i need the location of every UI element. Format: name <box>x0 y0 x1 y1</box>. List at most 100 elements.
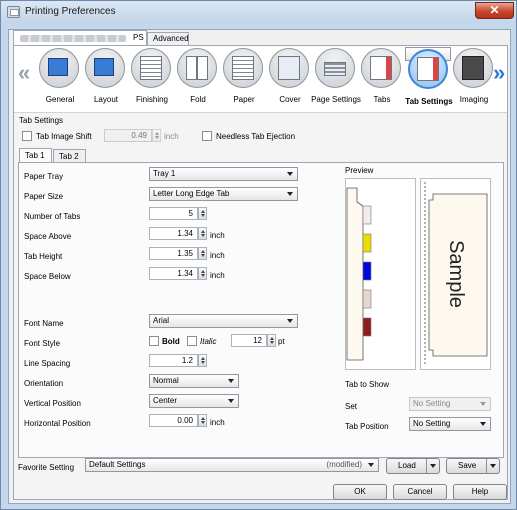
vertical-position-value: Center <box>153 396 178 405</box>
paper-tray-label: Paper Tray <box>24 172 64 181</box>
horizontal-position-spinner[interactable] <box>198 414 207 427</box>
tab-height-unit: inch <box>210 251 225 260</box>
chevron-down-icon <box>228 399 234 403</box>
finishing-icon <box>140 56 162 80</box>
set-select[interactable]: No Setting <box>409 397 491 411</box>
tab-tab1[interactable]: Tab 1 <box>19 148 52 163</box>
cancel-button[interactable]: Cancel <box>393 484 447 500</box>
preview-label: Preview <box>345 166 374 175</box>
vertical-position-label: Vertical Position <box>24 399 81 408</box>
tab-settings-group-label: Tab Settings <box>19 116 64 125</box>
tab-to-show-label: Tab to Show <box>345 380 390 389</box>
fold-icon <box>186 56 208 80</box>
scroll-left-icon[interactable]: « <box>18 60 30 86</box>
orientation-label: Orientation <box>24 379 64 388</box>
font-size-spinner[interactable] <box>267 334 276 347</box>
line-spacing-field[interactable]: 1.2 <box>149 354 198 367</box>
tab-height-field[interactable]: 1.35 <box>149 247 198 260</box>
title-bar: Printing Preferences ✕ <box>1 1 516 23</box>
chevron-down-icon[interactable] <box>486 459 499 473</box>
bold-label: Bold <box>162 337 180 346</box>
paper-size-label: Paper Size <box>24 192 64 201</box>
tab-image-shift-field[interactable]: 0.49 <box>104 129 152 142</box>
category-icon-bar: « General Layout Finishing Fold Paper Co… <box>14 46 507 112</box>
preview-area: Sample <box>345 178 491 371</box>
set-label: Set <box>345 402 358 411</box>
chevron-down-icon <box>287 192 293 196</box>
scroll-right-icon[interactable]: » <box>493 60 505 86</box>
load-button[interactable]: Load <box>386 458 440 474</box>
space-above-label: Space Above <box>24 232 72 241</box>
orientation-value: Normal <box>153 376 179 385</box>
italic-label: Italic <box>200 337 217 346</box>
tab-image-shift-label: Tab Image Shift <box>36 132 92 141</box>
tab-image-shift-checkbox[interactable] <box>22 131 32 141</box>
chevron-down-icon[interactable] <box>426 459 439 473</box>
favorite-setting-select[interactable]: Default Settings (modified) <box>85 458 379 472</box>
space-above-field[interactable]: 1.34 <box>149 227 198 240</box>
font-size-unit: pt <box>278 337 285 346</box>
font-name-label: Font Name <box>24 319 64 328</box>
general-icon <box>48 58 68 76</box>
tab-advanced[interactable]: Advanced <box>147 32 189 45</box>
chevron-down-icon <box>287 172 293 176</box>
bold-checkbox[interactable] <box>149 336 159 346</box>
horizontal-position-field[interactable]: 0.00 <box>149 414 198 427</box>
space-above-spinner[interactable] <box>198 227 207 240</box>
chevron-down-icon <box>480 402 486 406</box>
help-button[interactable]: Help <box>453 484 507 500</box>
paper-size-select[interactable]: Letter Long Edge Tab <box>149 187 298 201</box>
line-spacing-spinner[interactable] <box>198 354 207 367</box>
paper-size-value: Letter Long Edge Tab <box>153 189 230 198</box>
font-size-field[interactable]: 12 <box>231 334 267 347</box>
font-style-label: Font Style <box>24 339 61 348</box>
printer-name-redacted <box>20 35 126 42</box>
chevron-down-icon <box>287 319 293 323</box>
page-settings-icon <box>324 62 346 76</box>
imaging-icon <box>462 56 484 80</box>
divider <box>14 112 507 113</box>
tab-position-label: Tab Position <box>345 422 389 431</box>
number-of-tabs-field[interactable]: 5 <box>149 207 198 220</box>
space-below-field[interactable]: 1.34 <box>149 267 198 280</box>
tab-image-shift-spinner[interactable] <box>152 129 161 142</box>
favorite-setting-label: Favorite Setting <box>18 463 75 472</box>
category-tabs[interactable]: Tabs <box>359 47 405 109</box>
tab-tab2[interactable]: Tab 2 <box>53 149 86 163</box>
space-below-spinner[interactable] <box>198 267 207 280</box>
preview-tab-5 <box>362 317 372 337</box>
vertical-position-select[interactable]: Center <box>149 394 239 408</box>
dialog-body: PS Advanced « General Layout Finishing F… <box>8 29 511 504</box>
tab-height-label: Tab Height <box>24 252 63 261</box>
printer-icon <box>7 6 20 18</box>
printing-preferences-window: Printing Preferences ✕ PS Advanced « Gen… <box>0 0 517 510</box>
italic-checkbox[interactable] <box>187 336 197 346</box>
preview-tab-1 <box>362 205 372 225</box>
load-label: Load <box>398 461 416 470</box>
tab-height-spinner[interactable] <box>198 247 207 260</box>
tab-settings-icon <box>417 57 439 81</box>
number-of-tabs-label: Number of Tabs <box>24 212 81 221</box>
preview-image: Sample <box>345 178 491 370</box>
space-below-label: Space Below <box>24 272 71 281</box>
close-button[interactable]: ✕ <box>475 2 514 19</box>
save-label: Save <box>458 461 477 470</box>
category-imaging[interactable]: Imaging <box>451 47 497 109</box>
set-value: No Setting <box>413 399 451 408</box>
tabs-icon <box>370 56 392 80</box>
horizontal-position-unit: inch <box>210 418 225 427</box>
category-tab-settings[interactable]: Tab Settings <box>405 47 453 106</box>
orientation-select[interactable]: Normal <box>149 374 239 388</box>
modified-indicator: (modified) <box>326 460 362 469</box>
tab-ps[interactable]: PS <box>13 30 147 45</box>
needless-tab-ejection-checkbox[interactable] <box>202 131 212 141</box>
save-button[interactable]: Save <box>446 458 500 474</box>
font-name-select[interactable]: Arial <box>149 314 298 328</box>
paper-tray-select[interactable]: Tray 1 <box>149 167 298 181</box>
space-below-unit: inch <box>210 271 225 280</box>
tab-position-select[interactable]: No Setting <box>409 417 491 431</box>
preview-sample-text: Sample <box>445 240 467 308</box>
ok-button[interactable]: OK <box>333 484 387 500</box>
number-of-tabs-spinner[interactable] <box>198 207 207 220</box>
horizontal-position-label: Horizontal Position <box>24 419 91 428</box>
